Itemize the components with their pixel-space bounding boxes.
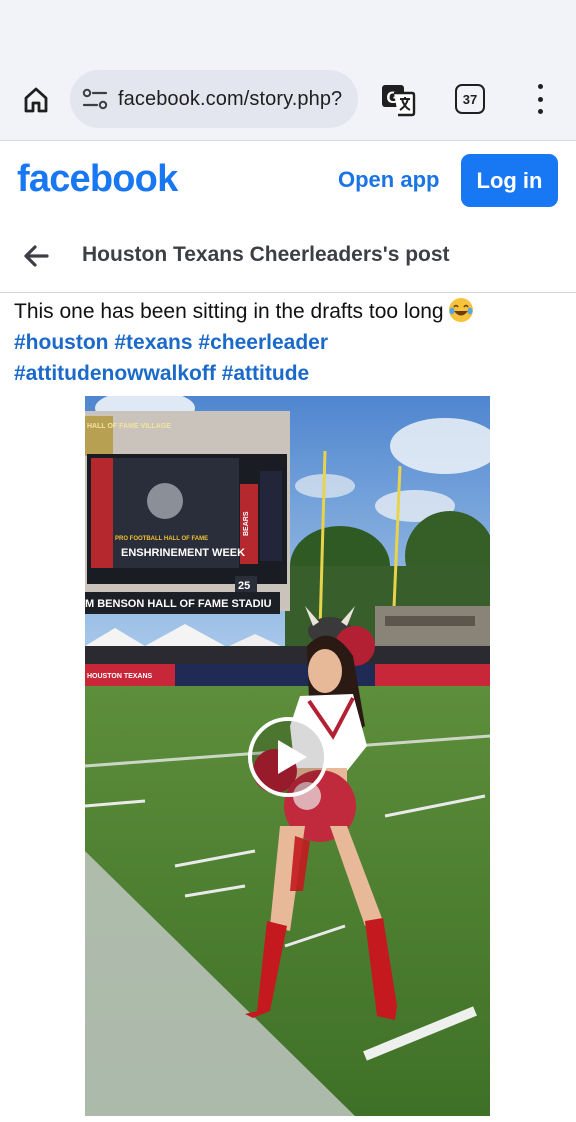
scoreboard-banner: PRO FOOTBALL HALL OF FAME <box>115 536 208 542</box>
translate-icon: G <box>382 85 416 117</box>
status-bar <box>0 0 576 64</box>
wall-sign: HALL OF FAME VILLAGE <box>87 423 171 430</box>
scoreboard-text: ENSHRINEMENT WEEK <box>121 547 245 559</box>
address-bar[interactable]: facebook.com/story.php? <box>70 70 358 128</box>
url-text[interactable]: facebook.com/story.php? <box>118 88 342 111</box>
home-icon <box>24 87 48 113</box>
tabs-button[interactable]: 37 <box>455 84 485 114</box>
ad-board: HOUSTON TEXANS <box>87 673 153 680</box>
stadium-sign: M BENSON HALL OF FAME STADIU <box>85 598 272 610</box>
login-button[interactable]: Log in <box>461 154 558 207</box>
scoreboard-number: 25 <box>238 580 250 592</box>
hashtag-texans[interactable]: #texans <box>114 331 192 354</box>
play-icon <box>248 717 328 797</box>
post-text: This one has been sitting in the drafts … <box>14 296 564 389</box>
more-vert-icon[interactable] <box>528 84 552 114</box>
back-button[interactable] <box>22 242 50 270</box>
post-divider <box>0 292 576 293</box>
laughing-emoji-icon <box>448 298 473 322</box>
scoreboard-right: BEARS <box>243 511 250 536</box>
site-settings-icon[interactable] <box>82 87 108 111</box>
post-title: Houston Texans Cheerleaders's post <box>82 243 450 266</box>
arrow-left-icon <box>24 245 49 267</box>
hashtag-attitude[interactable]: #attitude <box>222 362 310 385</box>
play-button[interactable] <box>247 716 329 798</box>
tab-count: 37 <box>462 91 478 107</box>
hashtag-cheerleader[interactable]: #cheerleader <box>198 331 328 354</box>
hashtag-houston[interactable]: #houston <box>14 331 109 354</box>
hashtag-attitudenowwalkoff[interactable]: #attitudenowwalkoff <box>14 362 216 385</box>
post-body: This one has been sitting in the drafts … <box>14 300 444 323</box>
toolbar-divider <box>0 140 576 141</box>
open-app-link[interactable]: Open app <box>338 167 439 193</box>
facebook-logo[interactable]: facebook <box>17 158 178 201</box>
home-button[interactable] <box>18 82 54 118</box>
translate-button[interactable]: G <box>380 82 416 118</box>
